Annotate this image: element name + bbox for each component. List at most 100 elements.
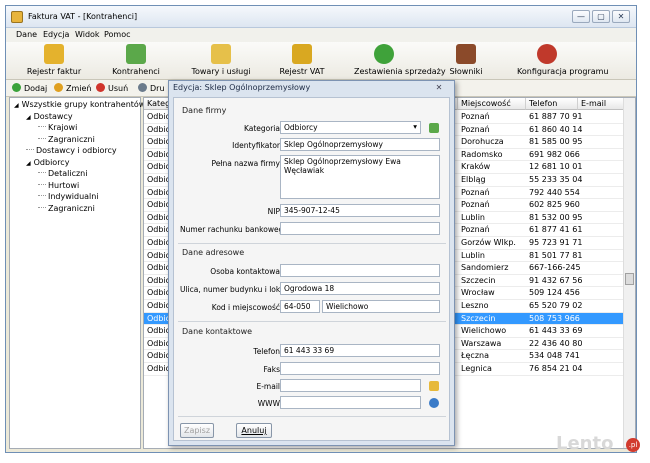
cell-telefon: 81 532 00 95	[529, 212, 583, 222]
col-email[interactable]: E-mail	[578, 98, 625, 110]
tree-item[interactable]: Detaliczni	[38, 169, 87, 178]
add-icon	[12, 83, 21, 92]
tree-item[interactable]: ◢ Dostawcy	[26, 112, 73, 121]
cell-telefon: 12 681 10 01	[529, 162, 583, 172]
cancel-button[interactable]: Anuluj	[236, 423, 272, 438]
app-icon	[11, 11, 23, 23]
menu-pomoc[interactable]: Pomoc	[104, 30, 131, 39]
faks-input[interactable]	[280, 362, 440, 375]
pelna-nazwa-textarea[interactable]: Sklep Ogólnoprzemysłowy Ewa Węcławiak	[280, 155, 440, 199]
window-title: Faktura VAT - [Kontrahenci]	[28, 12, 138, 21]
identyfikator-input[interactable]: Sklep Ogólnoprzemysłowy	[280, 138, 440, 151]
telefon-input[interactable]: 61 443 33 69	[280, 344, 440, 357]
cell-telefon: 65 520 79 02	[529, 301, 583, 310]
title-bar: Faktura VAT - [Kontrahenci] — ▢ ✕	[6, 6, 636, 28]
tree-item[interactable]: ◢ Wszystkie grupy kontrahentów	[14, 100, 145, 109]
kategoria-select[interactable]: Odbiorcy ▾	[280, 121, 421, 134]
tree-item[interactable]: ◢ Odbiorcy	[26, 158, 69, 167]
delete-button[interactable]: Usuń	[96, 83, 128, 93]
label-rachunek: Numer rachunku bankowego	[180, 225, 288, 234]
ribbon-towary[interactable]: Towary i usługi	[191, 42, 251, 80]
kod-pocztowy-input[interactable]: 64-050	[280, 300, 320, 313]
close-button[interactable]: ✕	[612, 10, 630, 23]
expand-toggle-icon[interactable]: ◢	[26, 160, 31, 167]
miejscowosc-input[interactable]: Wielichowo	[322, 300, 440, 313]
cell-miejscowosc: Leszno	[461, 301, 489, 310]
maximize-button[interactable]: ▢	[592, 10, 610, 23]
tree-connector	[38, 183, 46, 185]
cell-telefon: 61 877 41 61	[529, 225, 583, 235]
cell-telefon: 534 048 741	[529, 351, 580, 361]
print-button[interactable]: Dru	[138, 83, 165, 93]
label-email: E-mail	[256, 382, 280, 391]
tree-item[interactable]: Zagraniczni	[38, 204, 95, 213]
cell-miejscowosc: Wrocław	[461, 288, 495, 298]
cell-telefon: 667-166-245	[529, 263, 581, 273]
tree-item[interactable]: Indywidualni	[38, 192, 99, 201]
ulica-input[interactable]: Ogrodowa 18	[280, 282, 440, 295]
expand-toggle-icon[interactable]: ◢	[26, 114, 31, 121]
cell-telefon: 81 585 00 95	[529, 137, 583, 147]
menu-bar: Dane Edycja Widok Pomoc	[6, 28, 636, 42]
separator	[178, 416, 446, 417]
col-miejscowosc[interactable]: Miejscowość	[458, 98, 526, 110]
osoba-input[interactable]	[280, 264, 440, 277]
www-input[interactable]	[280, 396, 421, 409]
cell-miejscowosc: Legnica	[461, 364, 492, 373]
vertical-scrollbar[interactable]	[623, 98, 635, 448]
watermark: Lento	[556, 433, 614, 454]
label-pelna-nazwa: Pełna nazwa firmy	[211, 159, 280, 168]
tree-connector	[38, 172, 46, 173]
label-faks: Faks	[263, 365, 280, 374]
ribbon-slowniki[interactable]: Słowniki	[450, 42, 482, 80]
email-send-icon[interactable]	[429, 381, 439, 391]
save-button[interactable]: Zapisz	[180, 423, 214, 438]
contacts-picker-icon[interactable]	[429, 123, 439, 133]
label-osoba: Osoba kontaktowa	[210, 267, 280, 276]
cell-telefon: 55 233 35 04	[529, 175, 583, 184]
separator	[178, 243, 446, 244]
cell-telefon: 61 860 40 14	[529, 124, 583, 134]
tree-connector	[38, 195, 46, 196]
menu-edycja[interactable]: Edycja	[43, 30, 69, 39]
menu-widok[interactable]: Widok	[75, 30, 100, 39]
cell-telefon: 61 887 70 91	[529, 112, 583, 121]
menu-dane[interactable]: Dane	[16, 30, 37, 39]
ribbon-zestawienia[interactable]: Zestawienia sprzedaży	[354, 42, 446, 80]
tree-item-label: Indywidualni	[48, 192, 99, 201]
cell-telefon: 22 436 40 80	[529, 338, 583, 348]
edit-button[interactable]: Zmień	[54, 83, 92, 93]
tree-item[interactable]: Dostawcy i odbiorcy	[26, 146, 117, 155]
tree-item[interactable]: Hurtowi	[38, 181, 79, 190]
dialog-close-button[interactable]: ✕	[432, 83, 446, 94]
contacts-icon	[126, 44, 146, 64]
rachunek-input[interactable]	[280, 222, 440, 235]
nip-input[interactable]: 345-907-12-45	[280, 204, 440, 217]
tree-item[interactable]: Zagraniczni	[38, 135, 95, 144]
label-kategoria: Kategoria	[243, 124, 280, 133]
email-input[interactable]	[280, 379, 421, 392]
tree-connector	[26, 149, 34, 150]
cell-telefon: 509 124 456	[529, 288, 580, 298]
globe-icon[interactable]	[429, 398, 439, 408]
invoice-icon	[44, 44, 64, 64]
col-telefon[interactable]: Telefon	[526, 98, 578, 110]
ribbon-rejestr-faktur[interactable]: Rejestr faktur	[27, 42, 81, 80]
tree-item-label: Zagraniczni	[48, 134, 95, 144]
ribbon-kontrahenci[interactable]: Kontrahenci	[112, 42, 160, 80]
add-button[interactable]: Dodaj	[12, 83, 47, 93]
tree-item-label: Wszystkie grupy kontrahentów	[21, 100, 146, 109]
cell-miejscowosc: Dorohucza	[461, 137, 504, 147]
expand-toggle-icon[interactable]: ◢	[14, 102, 19, 109]
ribbon-rejestr-vat[interactable]: Rejestr VAT	[279, 42, 325, 80]
tree-item-label: Krajowi	[48, 123, 78, 132]
cell-miejscowosc: Warszawa	[461, 338, 502, 348]
section-dane-adresowe: Dane adresowe	[182, 248, 245, 257]
minimize-button[interactable]: —	[572, 10, 590, 23]
main-window: Faktura VAT - [Kontrahenci] — ▢ ✕ Dane E…	[5, 5, 637, 453]
scroll-thumb[interactable]	[625, 273, 634, 285]
tree-item[interactable]: Krajowi	[38, 123, 77, 132]
tree-item-label: Dostawcy i odbiorcy	[36, 146, 117, 155]
cell-miejscowosc: Sandomierz	[461, 263, 509, 273]
ribbon-konfiguracja[interactable]: Konfiguracja programu	[517, 42, 608, 80]
